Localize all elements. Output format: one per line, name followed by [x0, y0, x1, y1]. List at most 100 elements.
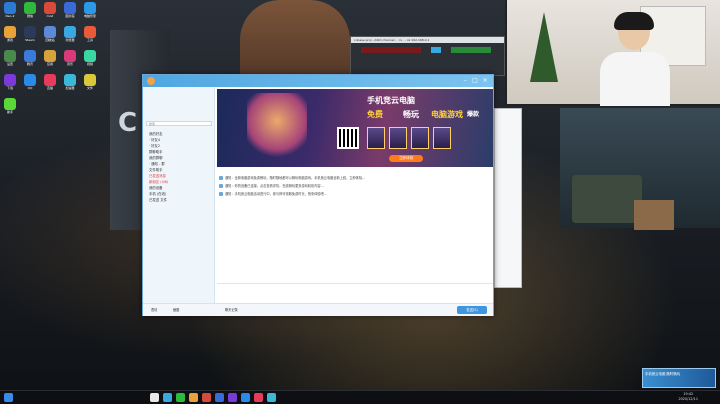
taskbar-app-icon[interactable] — [254, 393, 263, 402]
desktop-icon[interactable]: 浏览器 — [62, 26, 78, 44]
desktop-icon[interactable]: 文件 — [82, 74, 98, 92]
message-text: 通知：手机竞云电脑活动进行中，参与即可领取免费时长，快来体验吧... — [225, 192, 327, 196]
maximize-icon[interactable]: □ — [471, 77, 479, 85]
wallpaper-letter: C — [118, 108, 138, 138]
desktop-icon[interactable]: Neo-2 — [2, 2, 18, 20]
system-clock[interactable]: 19:42 2020/12/11 — [678, 392, 698, 402]
desktop-icon-label: 文件 — [86, 86, 93, 90]
app-icon — [84, 2, 96, 14]
level-meter — [451, 47, 491, 53]
contact-list-item[interactable]: 已发送 文件 — [149, 197, 167, 202]
clock-date: 2020/12/11 — [678, 397, 698, 401]
desktop-icon[interactable]: QQ — [22, 74, 38, 92]
qq-chat-window[interactable]: – □ × 搜索 我的好友 · 好友4 · 好友2 群聊助手 我的群聊 · 通知 - 群文… — [142, 74, 494, 316]
message-text: 通知：你的设备已连接，点击查看详情，在线畅玩更多游戏精彩内容... — [225, 184, 324, 188]
wallpaper-character — [240, 0, 350, 80]
game-card[interactable] — [411, 127, 429, 149]
contact-list-item[interactable]: 我的群聊 — [149, 155, 163, 160]
send-button[interactable]: 发送(S) — [457, 306, 487, 314]
list-item: 通知：手机竞云电脑活动进行中，参与即可领取免费时长，快来体验吧... — [219, 191, 487, 199]
start-menu-icon[interactable] — [4, 393, 13, 402]
app-icon — [24, 2, 36, 14]
desktop-icon[interactable]: 工具 — [82, 26, 98, 44]
promo-banner[interactable]: 手机竞云电脑 免费 畅玩 电脑游戏 爆款 立即体验 — [217, 89, 493, 167]
desktop-icon[interactable]: mod — [42, 2, 58, 20]
game-card[interactable] — [367, 127, 385, 149]
contact-list-item[interactable]: 群聊助手 — [149, 149, 163, 154]
desktop-icon[interactable]: 微信 — [22, 2, 38, 20]
try-now-button[interactable]: 立即体验 — [389, 155, 423, 162]
desktop-icon[interactable]: 视频 — [82, 50, 98, 68]
message-text: 通知：全新电脑游戏免费畅玩，随时随地都可以畅玩电脑游戏，手机竞云电脑全新上线，立… — [225, 176, 366, 180]
qq-title-bar[interactable]: – □ × — [143, 75, 493, 87]
game-card[interactable] — [389, 127, 407, 149]
desktop-icon[interactable]: 设置 — [2, 50, 18, 68]
app-icon — [4, 98, 16, 110]
taskbar-app-icon[interactable] — [189, 393, 198, 402]
contact-list-item[interactable]: 文件助手 — [149, 167, 163, 172]
contact-list-item[interactable]: · 好友2 — [149, 143, 160, 148]
desktop-icon[interactable]: 助手 — [2, 98, 18, 116]
taskbar-app-icon[interactable] — [241, 393, 250, 402]
side-panel-window[interactable] — [494, 108, 522, 288]
screenshot-button[interactable]: 截图 — [173, 307, 179, 312]
close-icon[interactable]: × — [481, 77, 489, 85]
desktop-icon[interactable]: 音乐 — [62, 50, 78, 68]
taskbar-app-icon[interactable] — [267, 393, 276, 402]
banner-headline: 手机竞云电脑 — [367, 96, 415, 105]
contact-list-item[interactable]: 我的设备 — [149, 185, 163, 190]
desktop-icon-label: Steam — [25, 38, 35, 42]
contact-list-item[interactable]: 我的好友 — [149, 131, 163, 136]
mouse-cursor-icon — [368, 220, 371, 224]
app-icon — [44, 74, 56, 86]
search-input[interactable]: 搜索 — [146, 121, 212, 126]
desktop-icon[interactable]: Steam — [22, 26, 38, 44]
banner-play: 畅玩 — [403, 110, 419, 119]
desktop-icon[interactable]: 游戏 — [2, 26, 18, 44]
app-icon — [64, 74, 76, 86]
mixer-title: cubase proj - ASIO channel ··· rs ··· ok… — [351, 37, 504, 43]
audio-mixer-window[interactable]: cubase proj - ASIO channel ··· rs ··· ok… — [350, 36, 505, 76]
contact-list-item[interactable]: 手机 (在线) — [149, 191, 166, 196]
message-input[interactable] — [217, 283, 493, 305]
history-button[interactable]: 聊天记录 — [225, 307, 238, 312]
taskbar-app-icon[interactable] — [150, 393, 159, 402]
banner-hero-image — [247, 93, 307, 163]
app-icon — [64, 2, 76, 14]
app-icon — [84, 74, 96, 86]
desktop-icon-label: 腾讯 — [26, 62, 33, 66]
qq-sidebar: 搜索 我的好友 · 好友4 · 好友2 群聊助手 我的群聊 · 通知 - 群文件助手 已发送… — [143, 87, 215, 303]
desktop-icon[interactable]: 直播 — [42, 74, 58, 92]
contact-list-item[interactable]: 已发送消息 — [149, 173, 166, 178]
app-icon — [64, 26, 76, 38]
webcam-christmas-tree — [530, 12, 558, 82]
game-card[interactable] — [433, 127, 451, 149]
desktop-icon[interactable]: 图书馆 — [62, 2, 78, 20]
desktop-icon-label: 工具 — [86, 38, 93, 42]
desktop-icon[interactable]: 回收站 — [42, 26, 58, 44]
desktop-icon-label: 浏览器 — [65, 38, 75, 42]
contact-list-item[interactable]: · 好友4 — [149, 137, 160, 142]
promo-popup[interactable]: 手机竞云电脑 随时畅玩 — [642, 368, 716, 388]
desktop-icon[interactable]: 腾讯 — [22, 50, 38, 68]
taskbar-app-icon[interactable] — [202, 393, 211, 402]
app-icon — [4, 74, 16, 86]
avatar[interactable] — [147, 77, 155, 85]
desktop-icon[interactable]: 电脑管家 — [82, 2, 98, 20]
desktop-icon[interactable]: 下载 — [2, 74, 18, 92]
taskbar-app-icon[interactable] — [215, 393, 224, 402]
minimize-icon[interactable]: – — [461, 77, 469, 85]
desktop-icon[interactable]: 加速器 — [62, 74, 78, 92]
message-list: 通知：全新电脑游戏免费畅玩，随时随地都可以畅玩电脑游戏，手机竞云电脑全新上线，立… — [219, 175, 487, 199]
taskbar-app-icon[interactable] — [176, 393, 185, 402]
message-icon — [219, 192, 223, 196]
taskbar-app-icon[interactable] — [163, 393, 172, 402]
contact-list-item[interactable]: · 通知 - 群 — [149, 161, 165, 166]
game-van — [572, 175, 642, 223]
emoji-button[interactable]: 表情 — [151, 307, 157, 312]
taskbar-app-icon[interactable] — [228, 393, 237, 402]
desktop-icon-label: 视频 — [86, 62, 93, 66]
webcam-streamer — [600, 12, 670, 106]
contact-list-item[interactable]: 新朋友 (4/6) — [149, 179, 168, 184]
desktop-icon[interactable]: 应用 — [42, 50, 58, 68]
